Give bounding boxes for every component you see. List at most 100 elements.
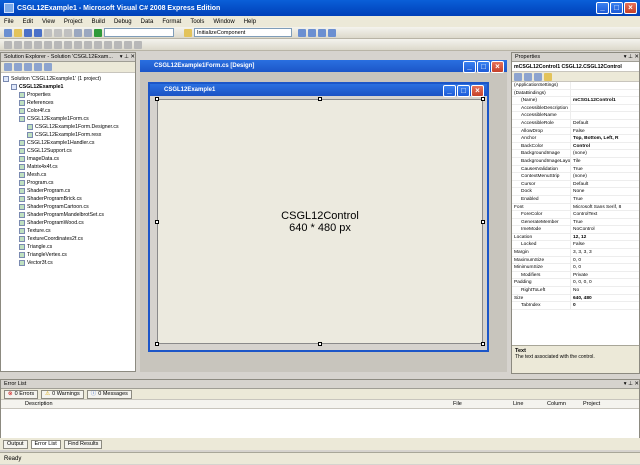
- property-value[interactable]: 0, 0, 0, 0: [570, 279, 632, 287]
- menu-build[interactable]: Build: [92, 19, 105, 25]
- column-file[interactable]: File: [453, 400, 462, 409]
- property-row[interactable]: Cursor Default: [512, 180, 639, 189]
- redo-icon[interactable]: [84, 28, 92, 37]
- property-value[interactable]: 0, 0: [570, 264, 632, 271]
- minimize-button[interactable]: _: [596, 2, 609, 14]
- start-debug-icon[interactable]: [94, 28, 102, 37]
- tree-item[interactable]: ImageData.cs: [3, 155, 133, 163]
- same-height-icon[interactable]: [74, 40, 82, 49]
- property-row[interactable]: MinimumSize 0, 0: [512, 264, 639, 272]
- same-size-icon[interactable]: [84, 40, 92, 49]
- tree-item[interactable]: ShaderProgramMandelbrotSet.cs: [3, 211, 133, 219]
- properties-pin-icon[interactable]: ▾ ⊥ ✕: [624, 53, 639, 61]
- properties-icon[interactable]: [534, 72, 542, 81]
- categorized-icon[interactable]: [514, 72, 522, 81]
- show-all-files-icon[interactable]: [14, 63, 22, 71]
- property-value[interactable]: Default: [570, 180, 632, 188]
- menu-edit[interactable]: Edit: [23, 19, 33, 25]
- csgl12-control[interactable]: CSGL12Control 640 * 480 px: [157, 99, 483, 344]
- resize-handle-n[interactable]: [318, 97, 322, 101]
- property-row[interactable]: ContextMenuStrip (none): [512, 173, 639, 181]
- column-line[interactable]: Line: [513, 400, 523, 409]
- tree-item[interactable]: References: [3, 99, 133, 107]
- resize-handle-se[interactable]: [481, 342, 485, 346]
- column-column[interactable]: Column: [547, 400, 566, 409]
- title-bar[interactable]: CSGL12Example1 - Microsoft Visual C# 200…: [0, 0, 640, 16]
- property-row[interactable]: Margin 3, 3, 3, 3: [512, 249, 639, 257]
- form-title-bar[interactable]: CSGL12Example1 _ □ ×: [150, 84, 487, 97]
- menu-data[interactable]: Data: [141, 19, 154, 25]
- menu-window[interactable]: Window: [213, 19, 234, 25]
- tree-item[interactable]: TextureCoordinates2f.cs: [3, 235, 133, 243]
- tab-output[interactable]: Output: [3, 439, 28, 449]
- property-row[interactable]: AccessibleDescription: [512, 104, 639, 113]
- align-right-icon[interactable]: [24, 40, 32, 49]
- tree-item[interactable]: CSGL12Example1Form.resx: [3, 131, 133, 139]
- property-row[interactable]: TabIndex 0: [512, 302, 639, 310]
- property-value[interactable]: True: [570, 195, 632, 203]
- property-row[interactable]: CausesValidation True: [512, 165, 639, 174]
- property-row[interactable]: Padding 0, 0, 0, 0: [512, 279, 639, 288]
- property-value[interactable]: 3, 3, 3, 3: [570, 249, 632, 256]
- property-row[interactable]: AllowDrop False: [512, 127, 639, 136]
- property-row[interactable]: BackgroundImageLayout Tile: [512, 157, 639, 166]
- doc-close-button[interactable]: ×: [491, 61, 504, 73]
- center-vertically-icon[interactable]: [114, 40, 122, 49]
- configuration-combo[interactable]: [104, 28, 174, 37]
- doc-minimize-button[interactable]: _: [463, 61, 476, 73]
- property-value[interactable]: True: [570, 218, 632, 226]
- center-horizontally-icon[interactable]: [104, 40, 112, 49]
- property-row[interactable]: RightToLeft No: [512, 287, 639, 295]
- properties-icon[interactable]: [308, 28, 316, 37]
- resize-handle-ne[interactable]: [481, 97, 485, 101]
- warnings-filter-button[interactable]: ⚠ 0 Warnings: [41, 389, 84, 399]
- messages-filter-button[interactable]: ⓘ 0 Messages: [86, 389, 132, 399]
- property-row[interactable]: Size 640, 480: [512, 294, 639, 303]
- toolbox-icon[interactable]: [318, 28, 326, 37]
- cut-icon[interactable]: [44, 28, 52, 37]
- property-row[interactable]: Dock None: [512, 188, 639, 196]
- property-value[interactable]: Tile: [570, 157, 632, 165]
- spacing-icon[interactable]: [94, 40, 102, 49]
- paste-icon[interactable]: [64, 28, 72, 37]
- refresh-icon[interactable]: [24, 63, 32, 71]
- menu-project[interactable]: Project: [64, 19, 83, 25]
- property-value[interactable]: [570, 82, 632, 89]
- bring-to-front-icon[interactable]: [124, 40, 132, 49]
- resize-handle-s[interactable]: [318, 342, 322, 346]
- tab-error-list[interactable]: Error List: [30, 439, 61, 449]
- property-value[interactable]: Default: [570, 119, 632, 127]
- property-value[interactable]: [570, 104, 632, 112]
- property-value[interactable]: Top, Bottom, Left, R: [570, 135, 632, 142]
- view-code-icon[interactable]: [34, 63, 42, 71]
- tree-item[interactable]: Vector3f.cs: [3, 259, 133, 267]
- property-row[interactable]: AccessibleName: [512, 112, 639, 120]
- property-row[interactable]: Modifiers Private: [512, 271, 639, 280]
- member-combo[interactable]: InitializeComponent: [194, 28, 292, 37]
- tree-item[interactable]: ShaderProgramCartoon.cs: [3, 203, 133, 211]
- tree-item[interactable]: Solution 'CSGL12Example1' (1 project): [3, 75, 133, 83]
- copy-icon[interactable]: [54, 28, 62, 37]
- properties-object-selector[interactable]: mCSGL12Control1 CSGL12.CSGL12Control: [512, 62, 639, 72]
- property-value[interactable]: [570, 89, 632, 97]
- align-bottom-icon[interactable]: [54, 40, 62, 49]
- tree-item[interactable]: CSGL12Example1Handler.cs: [3, 139, 133, 147]
- menu-help[interactable]: Help: [244, 19, 256, 25]
- property-value[interactable]: 640, 480: [570, 294, 632, 302]
- property-value[interactable]: False: [570, 127, 632, 135]
- menu-format[interactable]: Format: [162, 19, 181, 25]
- tree-item[interactable]: Properties: [3, 91, 133, 99]
- property-row[interactable]: GenerateMember True: [512, 218, 639, 227]
- tree-item[interactable]: CSGL12Example1Form.Designer.cs: [3, 123, 133, 131]
- properties-view-icon[interactable]: [4, 63, 12, 71]
- object-browser-icon[interactable]: [328, 28, 336, 37]
- align-top-icon[interactable]: [34, 40, 42, 49]
- property-value[interactable]: 12, 12: [570, 233, 632, 241]
- tree-item[interactable]: Texture.cs: [3, 227, 133, 235]
- error-list-pin-icon[interactable]: ▾ ⊥ ✕: [624, 380, 639, 388]
- property-row[interactable]: ForeColor ControlText: [512, 211, 639, 219]
- property-row[interactable]: BackColor Control: [512, 142, 639, 151]
- undo-icon[interactable]: [74, 28, 82, 37]
- send-to-back-icon[interactable]: [134, 40, 142, 49]
- property-value[interactable]: [570, 112, 632, 119]
